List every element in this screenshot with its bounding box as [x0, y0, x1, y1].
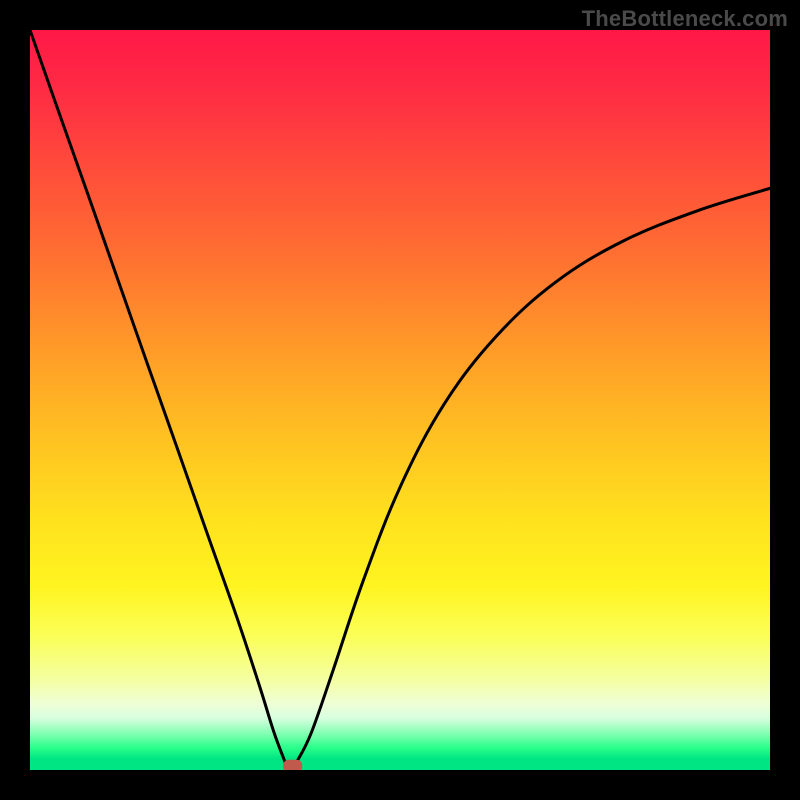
- curve-layer: [30, 30, 770, 770]
- chart-frame: TheBottleneck.com: [0, 0, 800, 800]
- bottleneck-curve-right: [296, 188, 770, 762]
- watermark-text: TheBottleneck.com: [582, 6, 788, 32]
- optimum-marker: [284, 760, 302, 770]
- bottleneck-curve-left: [30, 30, 285, 763]
- plot-area: [30, 30, 770, 770]
